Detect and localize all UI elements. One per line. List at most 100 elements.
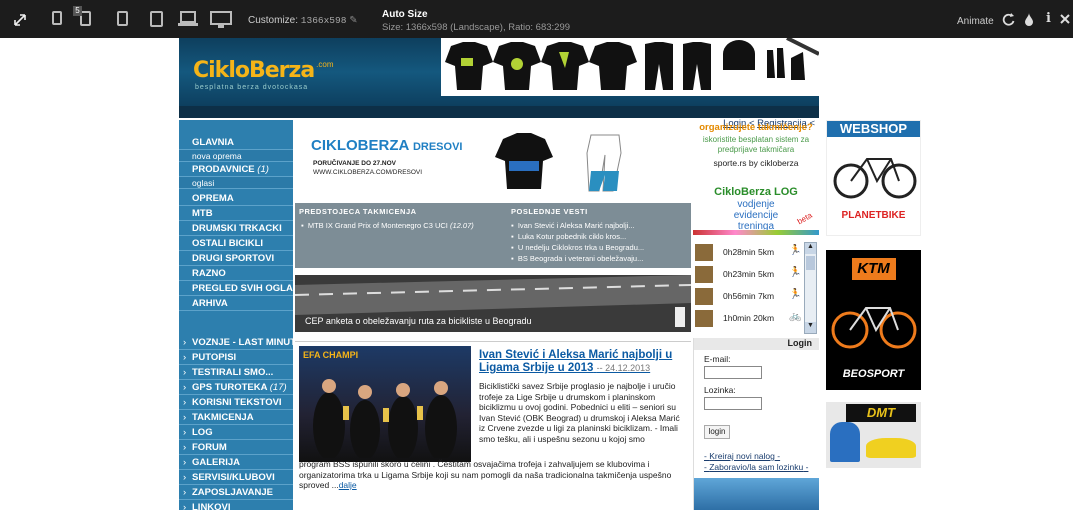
animate-toggle[interactable]: Animate — [957, 16, 994, 27]
create-account-link[interactable]: - Kreiraj novi nalog - — [704, 451, 780, 461]
nav-testirali-smo[interactable]: TESTIRALI SMO... — [179, 365, 293, 380]
responsive-toolbar: 5 Customize: 1366x598 ✎ Auto Size Size: … — [0, 0, 1073, 38]
nav-arhiva[interactable]: ARHIVA — [179, 296, 293, 311]
log-feed-item[interactable]: 1h0min 20km 🚲 — [695, 308, 803, 328]
nav-servisi-klubovi[interactable]: SERVISI/KLUBOVI — [179, 470, 293, 485]
nav-gps-turoteka[interactable]: GPS TUROTEKA (17) — [179, 380, 293, 395]
device-phone-small-icon[interactable] — [52, 11, 62, 25]
article-body-continued: program BSS ispunili skoro u celini . Če… — [299, 459, 672, 490]
article-photo[interactable]: EFA CHAMPI — [299, 346, 471, 462]
password-field[interactable] — [704, 397, 762, 410]
nav-drumski-trkacki[interactable]: DRUMSKI TRKACKI — [179, 221, 293, 236]
website-viewport: CikloBerza .com besplatna berza dvotockas… — [179, 38, 819, 510]
desktop-icon[interactable] — [210, 11, 232, 28]
logo-tagline: besplatna berza dvotockasa — [195, 84, 309, 91]
log-feed-item[interactable]: 0h28min 5km 🏃 — [695, 242, 803, 262]
login-button[interactable]: login — [704, 425, 730, 439]
log-title: CikloBerza LOG — [714, 186, 798, 198]
nav-nova-oprema[interactable]: nova oprema — [179, 150, 293, 162]
customize-value[interactable]: 1366x598 — [301, 15, 347, 26]
runner-icon: 🏃 — [789, 245, 802, 256]
upcoming-races-heading: PREDSTOJECA TAKMICENJA — [299, 207, 417, 216]
forgot-password-link[interactable]: - Zaboravio/la sam lozinku - — [704, 462, 808, 472]
race-item[interactable]: ▪ MTB IX Grand Prix of Montenegro C3 UCI… — [301, 221, 474, 230]
banner-title: CIKLOBERZA DRESOVI — [311, 137, 463, 154]
runner-icon: 🏃 — [789, 289, 802, 300]
ad-ktm[interactable]: KTM BEOSPORT — [826, 250, 921, 390]
email-label: E-mail: — [704, 354, 731, 364]
info-icon[interactable]: i — [1046, 11, 1051, 26]
site-logo[interactable]: CikloBerza .com — [193, 58, 334, 84]
cep-slideshow[interactable]: CEP anketa o obeležavanju ruta za bicikl… — [295, 275, 691, 332]
header-strip — [179, 106, 819, 118]
customize-control[interactable]: Customize: 1366x598 ✎ — [248, 15, 358, 26]
scroll-up-icon[interactable]: ▲ — [805, 243, 816, 254]
news-item[interactable]: ▪ Luka Kotur pobednik ciklo kros... — [511, 232, 626, 241]
nav-galerija[interactable]: GALERIJA — [179, 455, 293, 470]
bicycle-icon — [831, 307, 917, 349]
nav-putopisi[interactable]: PUTOPISI — [179, 350, 293, 365]
nav-glavnia[interactable]: GLAVNIA — [179, 135, 293, 150]
nav-drugi-sportovi[interactable]: DRUGI SPORTOVI — [179, 251, 293, 266]
news-item[interactable]: ▪ Ivan Stević i Aleksa Marić najbolji... — [511, 221, 635, 230]
nav-mtb[interactable]: MTB — [179, 206, 293, 221]
feed-scrollbar[interactable]: ▲ ▼ — [804, 242, 817, 334]
nav-takmicenja[interactable]: TAKMICENJA — [179, 410, 293, 425]
ad-beosport-brand: BEOSPORT — [842, 368, 905, 380]
scroll-thumb[interactable] — [806, 256, 815, 270]
promo-signature: sporte.rs by cikloberza — [713, 158, 799, 168]
pencil-icon[interactable]: ✎ — [349, 15, 357, 26]
email-field[interactable] — [704, 366, 762, 379]
ad-ktm-logo: KTM — [851, 258, 896, 280]
customize-label: Customize: — [248, 15, 299, 26]
device-phablet-icon[interactable] — [117, 11, 128, 26]
article-date: -- 24.12.2013 — [596, 363, 651, 373]
drop-icon[interactable] — [1024, 13, 1034, 26]
scroll-down-icon[interactable]: ▼ — [805, 322, 816, 333]
cikloberza-log-banner[interactable]: CikloBerza LOG vodjenje evidencije treni… — [693, 184, 819, 237]
nav-razno[interactable]: RAZNO — [179, 266, 293, 281]
ad-webshop[interactable]: WEBSHOP PLANETBIKE — [826, 120, 921, 236]
nav-ostali-bicikli[interactable]: OSTALI BICIKLI — [179, 236, 293, 251]
bicycle-icon: 🚲 — [789, 311, 802, 322]
article-title[interactable]: Ivan Stević i Aleksa Marić najbolji u Li… — [479, 349, 683, 375]
news-item[interactable]: ▪ BS Beograda i veterani obeležavaju... — [511, 254, 643, 263]
ad-dmt-logo: DMT — [846, 404, 916, 422]
promo-title[interactable]: organizujete takmičenje? — [693, 122, 819, 133]
featured-article: EFA CHAMPI Ivan Stević i Aleksa Marić na… — [295, 341, 691, 510]
log-stripe — [693, 230, 819, 235]
nav-prodavnice[interactable]: PRODAVNICE (1) — [179, 162, 293, 177]
nav-log[interactable]: LOG — [179, 425, 293, 440]
nav-linkovi[interactable]: LINKOVI — [179, 500, 293, 510]
device-tablet-icon[interactable] — [150, 11, 163, 27]
read-more-link[interactable]: dalje — [339, 480, 357, 490]
news-item[interactable]: ▪ U nedelju Ciklokros trka u Beogradu... — [511, 243, 644, 252]
nav-zaposljavanje[interactable]: ZAPOSLJAVANJE — [179, 485, 293, 500]
logo-text: CikloBerza — [193, 58, 315, 83]
bicycle-icon — [833, 158, 917, 199]
avatar — [695, 310, 713, 327]
laptop-icon[interactable] — [178, 11, 198, 27]
nav-oprema[interactable]: OPREMA — [179, 191, 293, 206]
slideshow-caption[interactable]: CEP anketa o obeležavanju ruta za bicikl… — [305, 316, 531, 326]
log-feed-item[interactable]: 0h23min 5km 🏃 — [695, 264, 803, 284]
fullscreen-icon[interactable] — [14, 14, 26, 26]
promo-text: iskoristite besplatan sistem za predprij… — [702, 135, 810, 154]
nav-forum[interactable]: FORUM — [179, 440, 293, 455]
log-feed-item[interactable]: 0h56min 7km 🏃 — [695, 286, 803, 306]
nav-oglasi[interactable]: oglasi — [179, 177, 293, 189]
banner-deadline: PORUČIVANJE DO 27.NOV — [313, 160, 396, 167]
nav-korisni-tekstovi[interactable]: KORISNI TEKSTOVI — [179, 395, 293, 410]
ad-dmt[interactable]: DMT — [826, 402, 921, 468]
close-icon[interactable] — [1060, 14, 1070, 24]
avatar — [695, 288, 713, 305]
size-mode-title: Auto Size — [382, 9, 428, 20]
jerseys-banner[interactable] — [441, 38, 819, 96]
bottom-promo-image[interactable] — [694, 478, 819, 510]
dresovi-banner[interactable]: CIKLOBERZA DRESOVI PORUČIVANJE DO 27.NOV… — [295, 123, 691, 201]
nav-pregled-svih-oglasa[interactable]: PREGLED SVIH OGLASA — [179, 281, 293, 296]
left-navigation: GLAVNIA nova oprema PRODAVNICE (1) oglas… — [179, 120, 293, 510]
ad-dmt-rider — [830, 422, 860, 462]
rotate-icon[interactable] — [1002, 13, 1015, 26]
nav-voznje-last-minute[interactable]: VOZNJE - LAST MINUTE — [179, 335, 293, 350]
